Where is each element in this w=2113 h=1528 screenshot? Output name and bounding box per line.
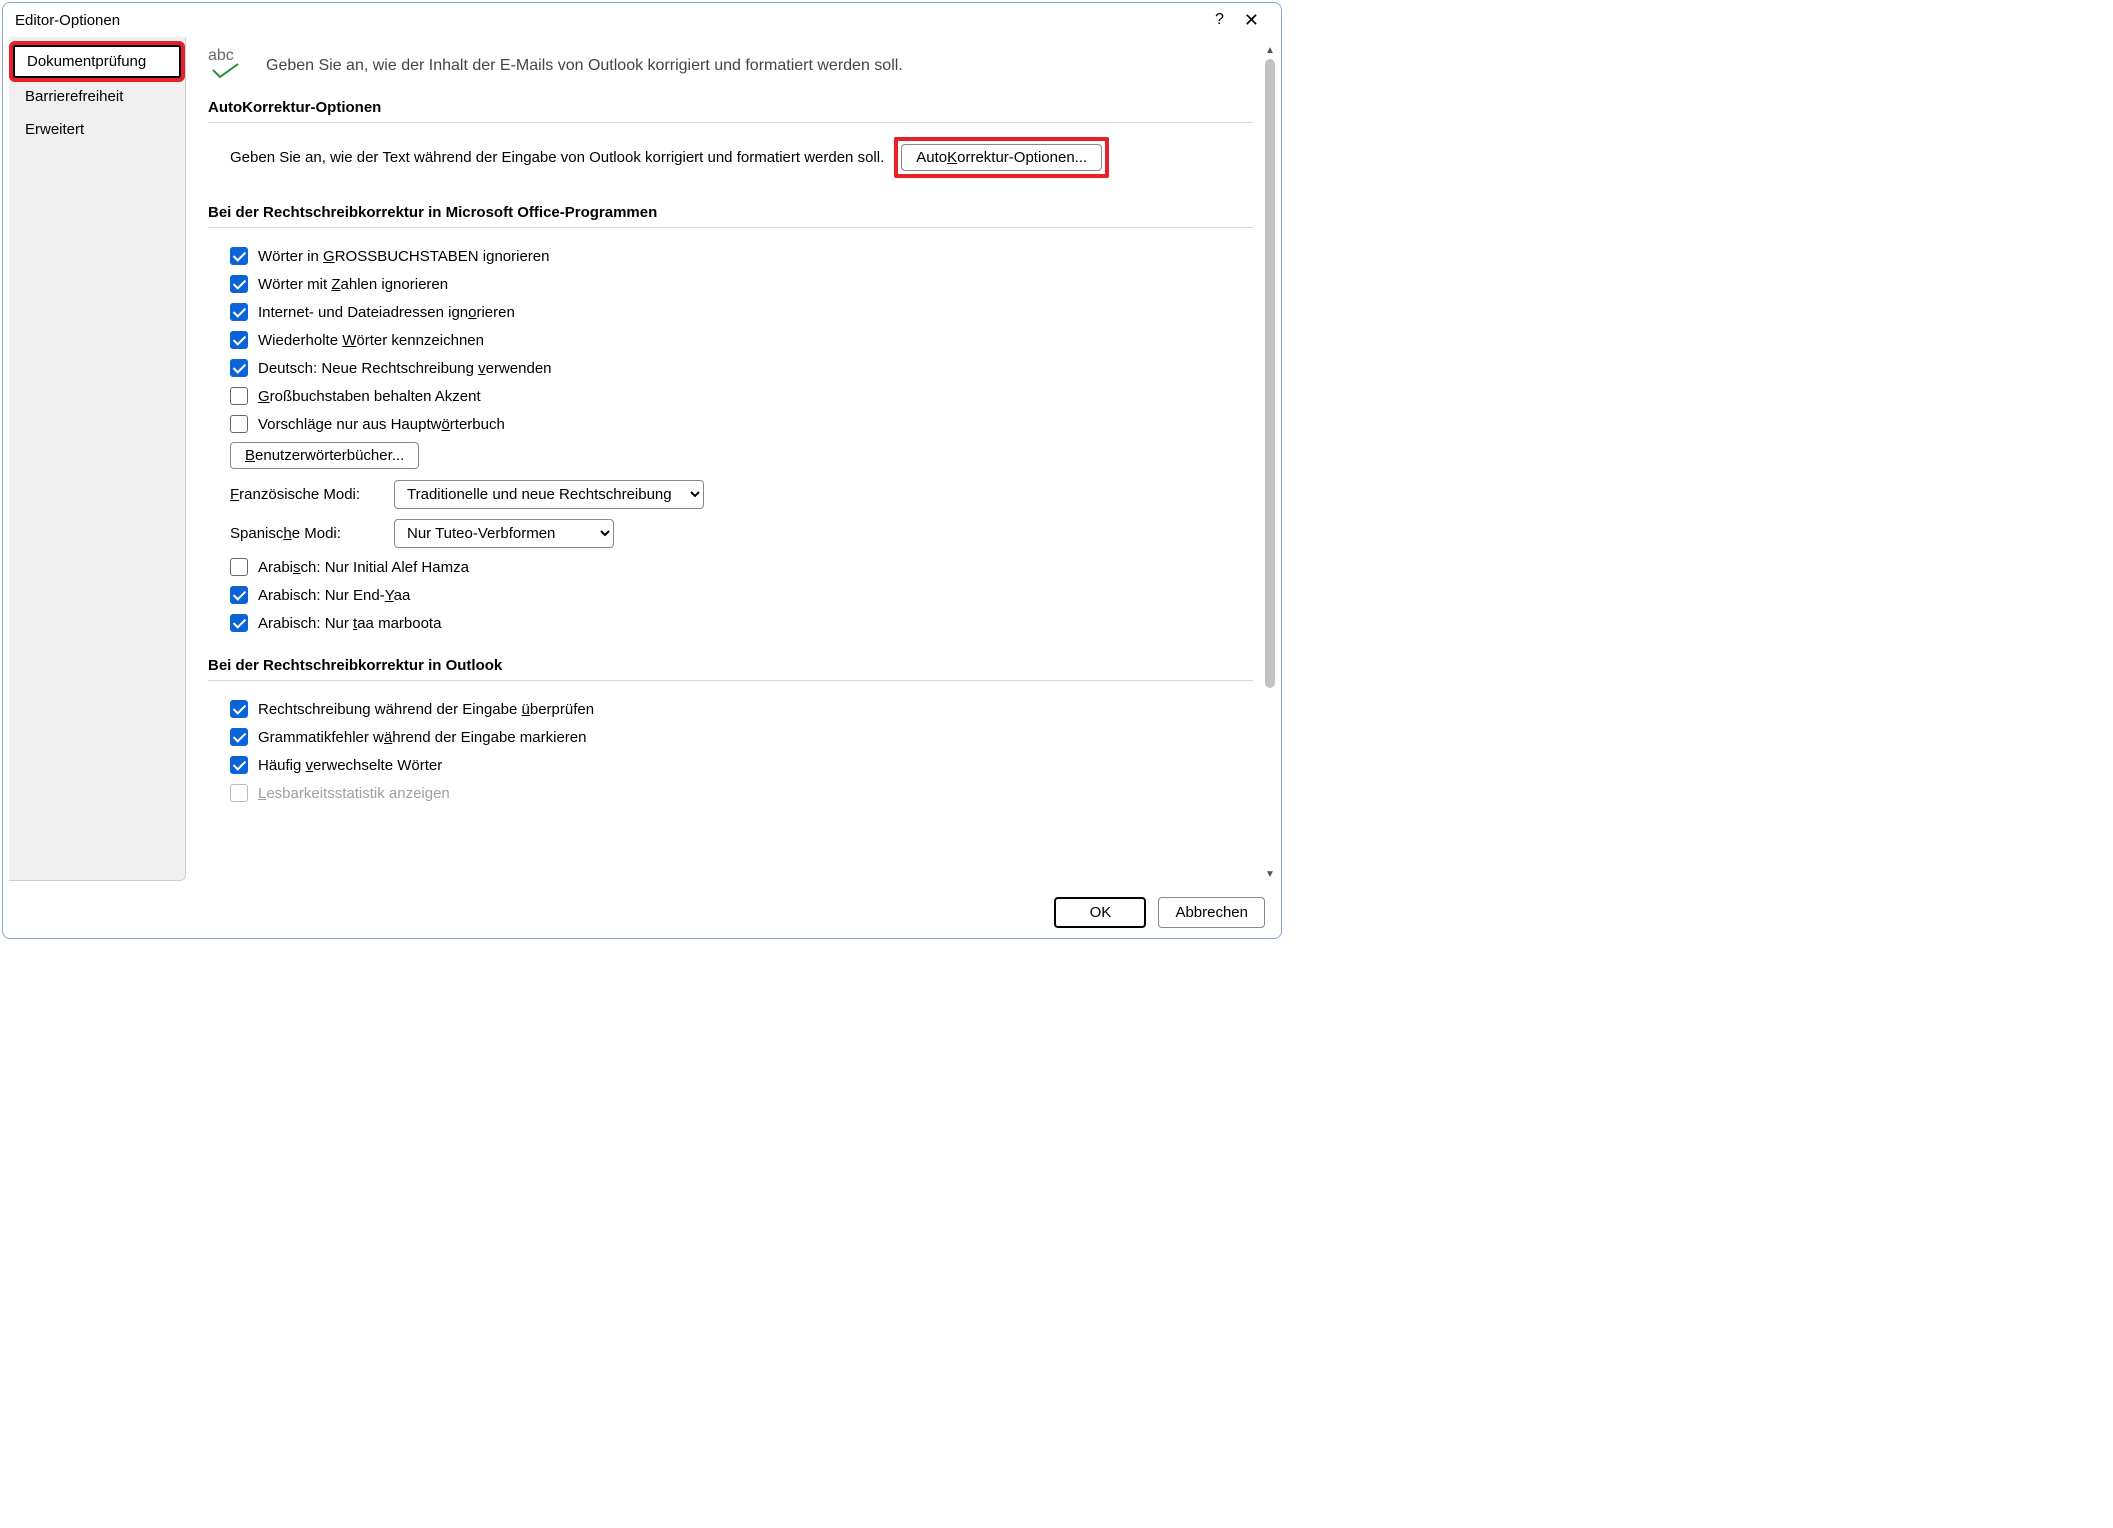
check-arabic-alef[interactable]: Arabisch: Nur Initial Alef Hamza	[230, 553, 1253, 581]
vertical-scrollbar[interactable]: ▲ ▼	[1263, 43, 1277, 881]
checkbox-spell-typing[interactable]	[230, 700, 248, 718]
scroll-track[interactable]	[1265, 59, 1275, 865]
proofing-icon: abc	[208, 51, 248, 81]
checkbox-label: Wörter in GROSSBUCHSTABEN ignorieren	[258, 248, 549, 265]
title-bar: Editor-Optionen ? ✕	[3, 3, 1281, 37]
close-icon[interactable]: ✕	[1234, 8, 1269, 33]
dialog-footer: OK Abbrechen	[3, 887, 1281, 938]
check-german-new[interactable]: Deutsch: Neue Rechtschreibung verwenden	[230, 354, 1253, 382]
checkbox-label: Internet- und Dateiadressen ignorieren	[258, 304, 515, 321]
check-grammar-typing[interactable]: Grammatikfehler während der Eingabe mark…	[230, 723, 1253, 751]
sidebar-item-label: Erweitert	[25, 121, 84, 138]
section-title-autocorrect: AutoKorrektur-Optionen	[208, 99, 1253, 123]
ok-button[interactable]: OK	[1054, 897, 1146, 928]
checkbox-arabic-alef[interactable]	[230, 558, 248, 576]
scroll-up-icon[interactable]: ▲	[1263, 43, 1277, 57]
sidebar-item-advanced[interactable]: Erweitert	[9, 113, 185, 146]
french-modes-select[interactable]: Traditionelle und neue Rechtschreibung	[394, 480, 704, 509]
checkbox-label: Arabisch: Nur taa marboota	[258, 615, 441, 632]
checkbox-label: Wörter mit Zahlen ignorieren	[258, 276, 448, 293]
window-title: Editor-Optionen	[15, 12, 120, 29]
help-icon[interactable]: ?	[1205, 9, 1234, 31]
check-spell-typing[interactable]: Rechtschreibung während der Eingabe über…	[230, 695, 1253, 723]
checkbox-uppercase-accent[interactable]	[230, 387, 248, 405]
checkbox-label: Wiederholte Wörter kennzeichnen	[258, 332, 484, 349]
checkbox-label: Häufig verwechselte Wörter	[258, 757, 442, 774]
check-repeated[interactable]: Wiederholte Wörter kennzeichnen	[230, 326, 1253, 354]
sidebar-item-proofing[interactable]: Dokumentprüfung	[13, 45, 181, 78]
page-header: abc Geben Sie an, wie der Inhalt der E-M…	[208, 51, 1253, 81]
check-internet[interactable]: Internet- und Dateiadressen ignorieren	[230, 298, 1253, 326]
check-uppercase-accent[interactable]: Großbuchstaben behalten Akzent	[230, 382, 1253, 410]
page-description: Geben Sie an, wie der Inhalt der E-Mails…	[266, 57, 903, 75]
check-readability: Lesbarkeitsstatistik anzeigen	[230, 779, 1253, 807]
check-arabic-yaa[interactable]: Arabisch: Nur End-Yaa	[230, 581, 1253, 609]
checkbox-german-new[interactable]	[230, 359, 248, 377]
section-title-outlook-spell: Bei der Rechtschreibkorrektur in Outlook	[208, 657, 1253, 681]
checkbox-label: Rechtschreibung während der Eingabe über…	[258, 701, 594, 718]
checkbox-label: Grammatikfehler während der Eingabe mark…	[258, 729, 587, 746]
checkbox-repeated[interactable]	[230, 331, 248, 349]
checkbox-confused-words[interactable]	[230, 756, 248, 774]
custom-dictionaries-button[interactable]: Benutzerwörterbücher...	[230, 442, 419, 469]
checkbox-internet[interactable]	[230, 303, 248, 321]
checkbox-label: Großbuchstaben behalten Akzent	[258, 388, 481, 405]
checkbox-arabic-yaa[interactable]	[230, 586, 248, 604]
cancel-button[interactable]: Abbrechen	[1158, 897, 1265, 928]
french-modes-label: Französische Modi:	[230, 486, 380, 503]
sidebar-item-label: Dokumentprüfung	[27, 53, 146, 70]
checkbox-label: Deutsch: Neue Rechtschreibung verwenden	[258, 360, 552, 377]
checkbox-arabic-taa[interactable]	[230, 614, 248, 632]
checkbox-label: Arabisch: Nur Initial Alef Hamza	[258, 559, 469, 576]
check-confused-words[interactable]: Häufig verwechselte Wörter	[230, 751, 1253, 779]
checkbox-readability	[230, 784, 248, 802]
spanish-modes-label: Spanische Modi:	[230, 525, 380, 542]
checkbox-main-dict[interactable]	[230, 415, 248, 433]
scroll-thumb[interactable]	[1265, 59, 1275, 688]
check-arabic-taa[interactable]: Arabisch: Nur taa marboota	[230, 609, 1253, 637]
editor-options-dialog: Editor-Optionen ? ✕ Dokumentprüfung Barr…	[2, 2, 1282, 939]
spanish-modes-select[interactable]: Nur Tuteo-Verbformen	[394, 519, 614, 548]
highlight-autocorrect-button: AutoKorrektur-Optionen...	[894, 137, 1109, 178]
sidebar-item-accessibility[interactable]: Barrierefreiheit	[9, 80, 185, 113]
autocorrect-options-button[interactable]: AutoKorrektur-Optionen...	[901, 144, 1102, 171]
checkbox-label: Vorschläge nur aus Hauptwörterbuch	[258, 416, 505, 433]
checkbox-uppercase[interactable]	[230, 247, 248, 265]
checkbox-label: Arabisch: Nur End-Yaa	[258, 587, 410, 604]
check-main-dict[interactable]: Vorschläge nur aus Hauptwörterbuch	[230, 410, 1253, 438]
checkbox-numbers[interactable]	[230, 275, 248, 293]
check-numbers[interactable]: Wörter mit Zahlen ignorieren	[230, 270, 1253, 298]
check-uppercase[interactable]: Wörter in GROSSBUCHSTABEN ignorieren	[230, 242, 1253, 270]
checkbox-grammar-typing[interactable]	[230, 728, 248, 746]
section-title-office-spell: Bei der Rechtschreibkorrektur in Microso…	[208, 204, 1253, 228]
content-pane: abc Geben Sie an, wie der Inhalt der E-M…	[186, 37, 1281, 887]
scroll-down-icon[interactable]: ▼	[1263, 867, 1277, 881]
autocorrect-description: Geben Sie an, wie der Text während der E…	[230, 149, 884, 166]
sidebar: Dokumentprüfung Barrierefreiheit Erweite…	[9, 37, 186, 881]
sidebar-item-label: Barrierefreiheit	[25, 88, 123, 105]
checkbox-label: Lesbarkeitsstatistik anzeigen	[258, 785, 450, 802]
